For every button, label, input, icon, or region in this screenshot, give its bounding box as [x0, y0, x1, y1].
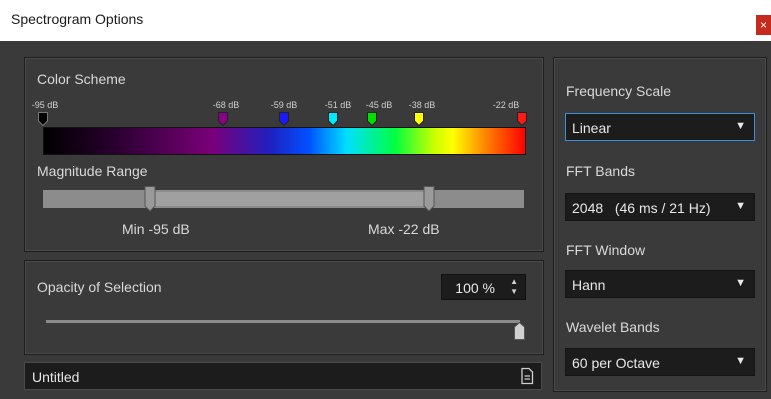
fft-window-label: FFT Window [566, 242, 646, 258]
wavelet-bands-label: Wavelet Bands [566, 319, 660, 335]
color-marker-59[interactable] [279, 112, 289, 126]
magnitude-max-value: Max -22 dB [368, 221, 440, 237]
frequency-scale-select[interactable]: Linear ▼ [565, 113, 755, 141]
fft-bands-select[interactable]: 2048 (46 ms / 21 Hz) ▼ [565, 193, 755, 221]
magnitude-range-selected [150, 192, 429, 206]
marker-label-59: -59 dB [270, 100, 298, 110]
marker-label-51: -51 dB [324, 100, 352, 110]
spectrum-settings-panel [553, 57, 767, 392]
color-gradient-bar[interactable] [43, 127, 526, 155]
marker-label-38: -38 dB [408, 100, 436, 110]
close-button[interactable]: × [756, 15, 771, 35]
color-marker-22[interactable] [517, 112, 527, 126]
marker-label-68: -68 dB [212, 100, 240, 110]
window-title: Spectrogram Options [11, 11, 144, 27]
fft-bands-value: 2048 (46 ms / 21 Hz) [572, 200, 711, 216]
chevron-down-icon: ▼ [735, 277, 746, 289]
fft-bands-label: FFT Bands [566, 163, 635, 179]
wavelet-bands-value: 60 per Octave [572, 355, 660, 371]
chevron-down-icon: ▼ [735, 120, 746, 132]
color-marker-45[interactable] [367, 112, 377, 126]
marker-label-95: -95 dB [31, 100, 59, 110]
spinner-arrows-icon[interactable]: ▲ ▼ [510, 277, 518, 297]
fft-window-value: Hann [572, 277, 606, 293]
opacity-slider[interactable] [46, 320, 520, 323]
color-marker-51[interactable] [328, 112, 338, 126]
opacity-label: Opacity of Selection [37, 279, 162, 295]
color-marker-68[interactable] [218, 112, 228, 126]
magnitude-min-handle[interactable] [144, 186, 156, 217]
frequency-scale-value: Linear [572, 120, 611, 136]
opacity-slider-handle[interactable] [514, 321, 525, 345]
marker-label-45: -45 dB [365, 100, 393, 110]
chevron-down-icon: ▼ [735, 200, 746, 212]
chevron-down-icon: ▼ [735, 355, 746, 367]
fft-window-select[interactable]: Hann ▼ [565, 270, 755, 298]
preset-name-field[interactable]: Untitled [24, 362, 542, 390]
wavelet-bands-select[interactable]: 60 per Octave ▼ [565, 348, 755, 376]
frequency-scale-label: Frequency Scale [566, 83, 672, 99]
magnitude-min-value: Min -95 dB [122, 221, 190, 237]
opacity-spinbox[interactable]: 100 % ▲ ▼ [441, 274, 526, 300]
title-bar: Spectrogram Options × [0, 0, 771, 41]
opacity-value: 100 % [455, 280, 495, 296]
marker-label-22: -22 dB [492, 100, 520, 110]
color-scheme-label: Color Scheme [37, 71, 126, 87]
preset-name: Untitled [32, 369, 80, 385]
color-marker-95[interactable] [38, 112, 48, 126]
document-icon[interactable] [520, 367, 534, 390]
color-marker-38[interactable] [414, 112, 424, 126]
magnitude-range-label: Magnitude Range [37, 163, 148, 179]
magnitude-max-handle[interactable] [423, 186, 435, 217]
